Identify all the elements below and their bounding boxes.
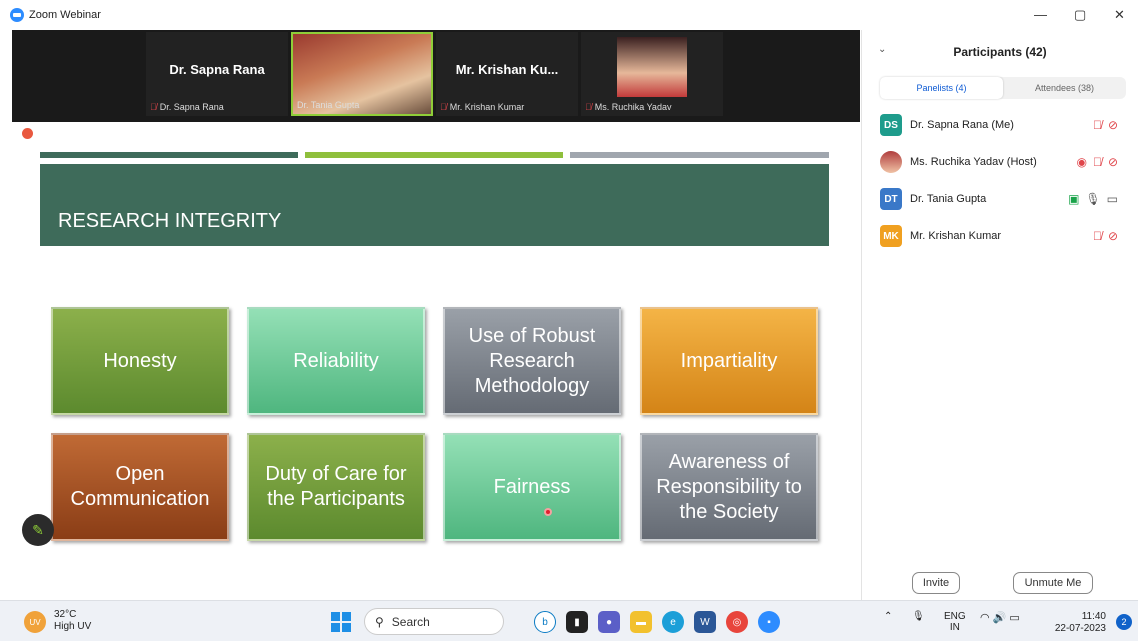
weather-desc: High UV bbox=[54, 621, 92, 632]
slide-box-reliability: Reliability bbox=[247, 307, 425, 415]
mic-tray-icon[interactable]: 🎙 bbox=[912, 611, 925, 622]
mic-muted-icon: 🎙̸ bbox=[440, 102, 447, 112]
participant-row[interactable]: Ms. Ruchika Yadav (Host) ◉ 🎙̸ ⊘ bbox=[880, 149, 1126, 175]
clock-time: 11:40 bbox=[1081, 611, 1106, 622]
weather-temp: 32°C bbox=[54, 609, 77, 620]
video-tile-krishan[interactable]: Mr. Krishan Ku... 🎙̸ Mr. Krishan Kumar bbox=[436, 32, 578, 116]
video-off-icon[interactable]: ⊘ bbox=[1108, 155, 1118, 169]
tile-label-text: Dr. Sapna Rana bbox=[159, 102, 224, 112]
video-off-icon[interactable]: ⊘ bbox=[1108, 229, 1118, 243]
slide-stripe bbox=[305, 152, 563, 158]
mic-muted-icon[interactable]: 🎙̸ bbox=[1093, 229, 1102, 243]
tile-label: 🎙̸ Dr. Sapna Rana bbox=[150, 102, 224, 112]
video-tile-tania[interactable]: Dr. Tania Gupta bbox=[291, 32, 433, 116]
mic-icon[interactable]: 🎙 bbox=[1085, 192, 1100, 206]
mic-muted-icon[interactable]: 🎙̸ bbox=[1093, 155, 1102, 169]
slide-box-honesty: Honesty bbox=[51, 307, 229, 415]
search-icon: ⚲ bbox=[375, 614, 384, 629]
avatar: MK bbox=[880, 225, 902, 247]
clock[interactable]: 11:40 22-07-2023 bbox=[1050, 611, 1106, 635]
region-code: IN bbox=[949, 622, 960, 633]
slide-box-fairness: Fairness bbox=[443, 433, 621, 541]
slide-box-methodology: Use of Robust Research Methodology bbox=[443, 307, 621, 415]
video-strip: Dr. Sapna Rana 🎙̸ Dr. Sapna Rana Dr. Tan… bbox=[12, 30, 860, 122]
window-titlebar: Zoom Webinar — ▢ ✕ bbox=[0, 0, 1138, 30]
minimize-button[interactable]: — bbox=[1034, 7, 1047, 22]
invite-button[interactable]: Invite bbox=[912, 572, 960, 594]
windows-taskbar: UV 32°C High UV ⚲ Search b ▮ ● ▬ e W ◎ ▪… bbox=[0, 600, 1138, 641]
word-icon[interactable]: W bbox=[694, 611, 716, 633]
slide-stripe bbox=[570, 152, 829, 158]
tile-label-text: Ms. Ruchika Yadav bbox=[594, 102, 672, 112]
video-tile-ruchika[interactable]: 🎙̸ Ms. Ruchika Yadav bbox=[581, 32, 723, 116]
video-icon[interactable]: ▭ bbox=[1107, 192, 1118, 206]
participants-panel: ⌄ Participants (42) Panelists (4) Attend… bbox=[861, 30, 1138, 600]
video-off-icon[interactable]: ⊘ bbox=[1108, 118, 1118, 132]
avatar bbox=[880, 151, 902, 173]
chevron-up-icon[interactable]: ⌃ bbox=[884, 611, 892, 622]
zoom-taskbar-icon[interactable]: ▪ bbox=[758, 611, 780, 633]
tile-big-name: Mr. Krishan Ku... bbox=[455, 62, 559, 77]
participant-row[interactable]: DT Dr. Tania Gupta ▣ 🎙 ▭ bbox=[880, 186, 1126, 212]
slide-box-responsibility: Awareness of Responsibility to the Socie… bbox=[640, 433, 818, 541]
tile-label: 🎙̸ Mr. Krishan Kumar bbox=[440, 102, 524, 112]
tile-label-text: Dr. Tania Gupta bbox=[297, 100, 360, 110]
slide-title-banner: RESEARCH INTEGRITY bbox=[40, 164, 829, 246]
tab-panelists[interactable]: Panelists (4) bbox=[880, 77, 1003, 99]
participants-title: Participants (42) bbox=[953, 45, 1047, 59]
recording-icon bbox=[22, 128, 33, 139]
tab-attendees[interactable]: Attendees (38) bbox=[1003, 77, 1126, 99]
tile-label: 🎙̸ Ms. Ruchika Yadav bbox=[585, 102, 671, 112]
shared-screen: RESEARCH INTEGRITY Honesty Reliability U… bbox=[12, 122, 860, 600]
task-view-icon[interactable]: ▮ bbox=[566, 611, 588, 633]
participant-name: Ms. Ruchika Yadav (Host) bbox=[910, 156, 1037, 168]
mic-muted-icon: 🎙̸ bbox=[585, 102, 592, 112]
participant-name: Dr. Tania Gupta bbox=[910, 193, 987, 205]
participant-row[interactable]: MK Mr. Krishan Kumar 🎙̸ ⊘ bbox=[880, 223, 1126, 249]
notification-badge[interactable]: 2 bbox=[1116, 614, 1132, 630]
weather-icon[interactable]: UV bbox=[24, 611, 46, 633]
tile-label-text: Mr. Krishan Kumar bbox=[449, 102, 525, 112]
close-button[interactable]: ✕ bbox=[1114, 7, 1125, 23]
file-explorer-icon[interactable]: ▬ bbox=[630, 611, 652, 633]
avatar: DT bbox=[880, 188, 902, 210]
slide-title: RESEARCH INTEGRITY bbox=[58, 210, 282, 232]
tile-big-name: Dr. Sapna Rana bbox=[169, 62, 265, 77]
chat-icon[interactable]: ● bbox=[598, 611, 620, 633]
chrome-icon[interactable]: ◎ bbox=[726, 611, 748, 633]
mic-muted-icon: 🎙̸ bbox=[150, 102, 157, 112]
participant-name: Dr. Sapna Rana (Me) bbox=[910, 119, 1014, 131]
window-title: Zoom Webinar bbox=[29, 9, 101, 21]
wifi-volume-battery-icon[interactable]: ◠ 🔊 ▭ bbox=[980, 611, 1020, 624]
slide-box-communication: Open Communication bbox=[51, 433, 229, 541]
edge-icon[interactable]: e bbox=[662, 611, 684, 633]
tile-label: Dr. Tania Gupta bbox=[297, 100, 359, 110]
unmute-me-button[interactable]: Unmute Me bbox=[1013, 572, 1093, 594]
slide-stripe bbox=[40, 152, 298, 158]
participants-tabs: Panelists (4) Attendees (38) bbox=[880, 77, 1126, 99]
weather-widget[interactable]: 32°C High UV bbox=[54, 609, 91, 633]
language-indicator[interactable]: ENG IN bbox=[944, 611, 966, 633]
zoom-logo-icon bbox=[10, 8, 24, 22]
bing-icon[interactable]: b bbox=[534, 611, 556, 633]
slide-box-impartiality: Impartiality bbox=[640, 307, 818, 415]
share-screen-icon: ▣ bbox=[1068, 192, 1080, 206]
taskbar-search[interactable]: ⚲ Search bbox=[364, 608, 504, 635]
annotate-pencil-icon[interactable]: ✎ bbox=[22, 514, 54, 546]
restore-button[interactable]: ▢ bbox=[1074, 7, 1086, 23]
participant-photo bbox=[617, 37, 687, 97]
participant-row[interactable]: DS Dr. Sapna Rana (Me) 🎙̸ ⊘ bbox=[880, 112, 1126, 138]
video-tile-sapna[interactable]: Dr. Sapna Rana 🎙̸ Dr. Sapna Rana bbox=[146, 32, 288, 116]
start-windows-icon[interactable] bbox=[331, 612, 351, 632]
mic-muted-icon[interactable]: 🎙̸ bbox=[1093, 118, 1102, 132]
slide-box-duty-of-care: Duty of Care for the Participants bbox=[247, 433, 425, 541]
clock-date: 22-07-2023 bbox=[1054, 623, 1106, 634]
laser-pointer-icon bbox=[544, 508, 552, 516]
language-code: ENG bbox=[944, 611, 966, 622]
participant-name: Mr. Krishan Kumar bbox=[910, 230, 1002, 242]
screen-share-icon: ◉ bbox=[1076, 155, 1087, 169]
avatar: DS bbox=[880, 114, 902, 136]
search-placeholder: Search bbox=[391, 614, 430, 629]
